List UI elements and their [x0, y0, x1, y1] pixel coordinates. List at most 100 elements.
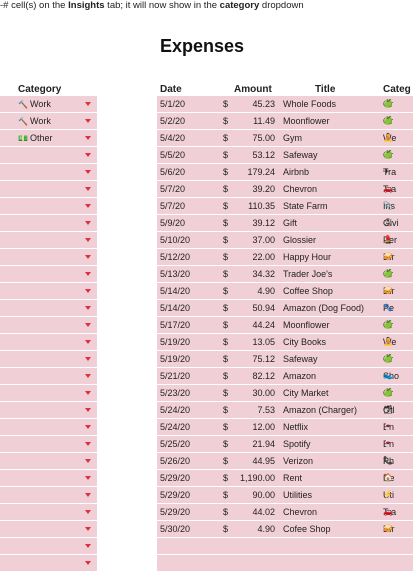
table-row[interactable]: 5/14/20 $4.90 Coffee Shop 🥪 Dir: [157, 283, 413, 300]
table-row[interactable]: 5/5/20 $53.12 Safeway 🍏 Gr: [157, 147, 413, 164]
table-row[interactable]: 5/23/20 $30.00 City Market 🍏 Gr: [157, 385, 413, 402]
category-cell[interactable]: 👟 Sho: [383, 368, 399, 384]
dropdown-arrow-icon[interactable]: [85, 102, 91, 106]
category-dropdown-cell[interactable]: [0, 487, 97, 504]
category-cell[interactable]: 🍏 Gr: [383, 147, 393, 163]
category-cell[interactable]: 🍏 Gr: [383, 113, 393, 129]
category-cell[interactable]: 🥪 Dir: [383, 249, 395, 265]
dropdown-arrow-icon[interactable]: [85, 289, 91, 293]
dropdown-arrow-icon[interactable]: [85, 493, 91, 497]
dropdown-arrow-icon[interactable]: [85, 510, 91, 514]
category-cell[interactable]: 💄 Per: [383, 232, 397, 248]
category-dropdown-cell[interactable]: [0, 249, 97, 266]
dropdown-arrow-icon[interactable]: [85, 527, 91, 531]
table-row[interactable]: 5/10/20 $37.00 Glossier 💄 Per: [157, 232, 413, 249]
category-dropdown-cell[interactable]: [0, 300, 97, 317]
table-row[interactable]: 5/14/20 $50.94 Amazon (Dog Food) 🐾 Pe: [157, 300, 413, 317]
category-dropdown-cell[interactable]: [0, 521, 97, 538]
table-row[interactable]: 5/13/20 $34.32 Trader Joe's 🍏 Gr: [157, 266, 413, 283]
category-dropdown-cell[interactable]: [0, 436, 97, 453]
category-dropdown-cell[interactable]: [0, 504, 97, 521]
category-dropdown-cell[interactable]: 🔨 Work: [0, 113, 97, 130]
category-cell[interactable]: 🍏 Gr: [383, 96, 393, 112]
category-dropdown-cell[interactable]: [0, 198, 97, 215]
dropdown-arrow-icon[interactable]: [85, 476, 91, 480]
empty-table-row[interactable]: [157, 538, 413, 555]
category-dropdown-cell[interactable]: [0, 181, 97, 198]
dropdown-arrow-icon[interactable]: [85, 204, 91, 208]
category-dropdown-cell[interactable]: [0, 453, 97, 470]
dropdown-arrow-icon[interactable]: [85, 136, 91, 140]
category-cell[interactable]: 🍷 En: [383, 436, 394, 452]
dropdown-arrow-icon[interactable]: [85, 459, 91, 463]
category-dropdown-cell[interactable]: [0, 538, 97, 555]
category-cell[interactable]: 🍏 Gr: [383, 351, 393, 367]
table-row[interactable]: 5/21/20 $82.12 Amazon 👟 Sho: [157, 368, 413, 385]
category-cell[interactable]: 🧘 We: [383, 130, 396, 146]
dropdown-arrow-icon[interactable]: [85, 561, 91, 565]
dropdown-arrow-icon[interactable]: [85, 442, 91, 446]
table-row[interactable]: 5/24/20 $7.53 Amazon (Charger) 🗃 Otl: [157, 402, 413, 419]
category-dropdown-cell[interactable]: [0, 351, 97, 368]
category-cell[interactable]: 🍷 En: [383, 419, 394, 435]
category-dropdown-cell[interactable]: [0, 419, 97, 436]
category-cell[interactable]: 📎 Ins: [383, 198, 395, 214]
table-row[interactable]: 5/17/20 $44.24 Moonflower 🍏 Gr: [157, 317, 413, 334]
category-cell[interactable]: ⚡ Uti: [383, 487, 394, 503]
dropdown-arrow-icon[interactable]: [85, 153, 91, 157]
category-dropdown-cell[interactable]: [0, 266, 97, 283]
category-cell[interactable]: 🍏 Gr: [383, 317, 393, 333]
category-dropdown-cell[interactable]: [0, 232, 97, 249]
table-row[interactable]: 5/7/20 $39.20 Chevron 🚗 Tra: [157, 181, 413, 198]
table-row[interactable]: 5/29/20 $44.02 Chevron 🚗 Tra: [157, 504, 413, 521]
dropdown-arrow-icon[interactable]: [85, 255, 91, 259]
dropdown-arrow-icon[interactable]: [85, 187, 91, 191]
category-cell[interactable]: 📞 Ph: [383, 453, 394, 469]
table-row[interactable]: 5/4/20 $75.00 Gym 🧘 We: [157, 130, 413, 147]
dropdown-arrow-icon[interactable]: [85, 323, 91, 327]
table-row[interactable]: 5/2/20 $11.49 Moonflower 🍏 Gr: [157, 113, 413, 130]
dropdown-arrow-icon[interactable]: [85, 357, 91, 361]
category-dropdown-cell[interactable]: [0, 402, 97, 419]
dropdown-arrow-icon[interactable]: [85, 170, 91, 174]
table-row[interactable]: 5/19/20 $13.05 City Books 🧘 We: [157, 334, 413, 351]
category-dropdown-cell[interactable]: [0, 368, 97, 385]
category-dropdown-cell[interactable]: [0, 334, 97, 351]
category-dropdown-cell[interactable]: [0, 147, 97, 164]
dropdown-arrow-icon[interactable]: [85, 306, 91, 310]
dropdown-arrow-icon[interactable]: [85, 119, 91, 123]
dropdown-arrow-icon[interactable]: [85, 272, 91, 276]
category-cell[interactable]: 🍏 Gr: [383, 385, 393, 401]
table-row[interactable]: 5/29/20 $90.00 Utilities ⚡ Uti: [157, 487, 413, 504]
table-row[interactable]: 5/24/20 $12.00 Netflix 🍷 En: [157, 419, 413, 436]
table-row[interactable]: 5/1/20 $45.23 Whole Foods 🍏 Gr: [157, 96, 413, 113]
category-cell[interactable]: 🥪 Dir: [383, 521, 395, 537]
dropdown-arrow-icon[interactable]: [85, 425, 91, 429]
category-cell[interactable]: 🎗 Givi: [383, 215, 399, 231]
category-cell[interactable]: 🚗 Tra: [383, 181, 396, 197]
table-row[interactable]: 5/7/20 $110.35 State Farm 📎 Ins: [157, 198, 413, 215]
category-cell[interactable]: 🚗 Tra: [383, 504, 396, 520]
table-row[interactable]: 5/30/20 $4.90 Cofee Shop 🥪 Dir: [157, 521, 413, 538]
table-row[interactable]: 5/19/20 $75.12 Safeway 🍏 Gr: [157, 351, 413, 368]
table-row[interactable]: 5/26/20 $44.95 Verizon 📞 Ph: [157, 453, 413, 470]
category-dropdown-cell[interactable]: [0, 283, 97, 300]
table-row[interactable]: 5/25/20 $21.94 Spotify 🍷 En: [157, 436, 413, 453]
category-cell[interactable]: 🥪 Dir: [383, 283, 395, 299]
dropdown-arrow-icon[interactable]: [85, 544, 91, 548]
category-dropdown-cell[interactable]: [0, 385, 97, 402]
category-dropdown-cell[interactable]: [0, 470, 97, 487]
category-dropdown-cell[interactable]: [0, 555, 97, 572]
dropdown-arrow-icon[interactable]: [85, 391, 91, 395]
dropdown-arrow-icon[interactable]: [85, 221, 91, 225]
category-dropdown-cell[interactable]: 🔨 Work: [0, 96, 97, 113]
category-cell[interactable]: 🏠 Re: [383, 470, 395, 486]
category-cell[interactable]: ✈ Tra: [383, 164, 396, 180]
category-dropdown-cell[interactable]: [0, 317, 97, 334]
category-cell[interactable]: 🐾 Pe: [383, 300, 394, 316]
category-cell[interactable]: 🗃 Otl: [383, 402, 395, 418]
table-row[interactable]: 5/12/20 $22.00 Happy Hour 🥪 Dir: [157, 249, 413, 266]
empty-table-row[interactable]: [157, 555, 413, 572]
dropdown-arrow-icon[interactable]: [85, 340, 91, 344]
table-row[interactable]: 5/29/20 $1,190.00 Rent 🏠 Re: [157, 470, 413, 487]
